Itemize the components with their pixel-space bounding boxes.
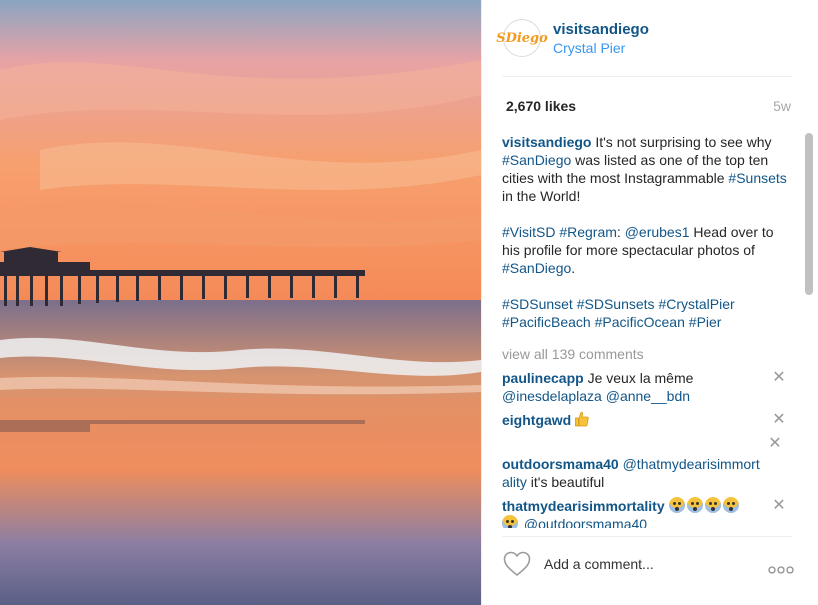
- caption-paragraph-1: visitsandiego It's not surprising to see…: [502, 133, 790, 205]
- comment-item: paulinecapp Je veux la même @inesdelapla…: [502, 369, 790, 405]
- screaming-face-emoji-icon: [668, 497, 685, 513]
- comment-author-link[interactable]: outdoorsmama40: [502, 456, 619, 472]
- comment-author-link[interactable]: eightgawd: [502, 412, 571, 428]
- likes-count[interactable]: 2,670 likes: [506, 98, 576, 114]
- thumbs-up-emoji-icon: [575, 411, 589, 427]
- comments-scroll-area[interactable]: visitsandiego It's not surprising to see…: [502, 133, 790, 528]
- mention-link[interactable]: @inesdelaplaza: [502, 388, 602, 404]
- caption-text: It's not surprising to see why: [591, 134, 772, 150]
- hashtag-link[interactable]: #SanDiego: [502, 260, 571, 276]
- sunset-pier-scene: [0, 0, 481, 605]
- delete-comment-icon[interactable]: ✕: [772, 369, 786, 387]
- mention-link[interactable]: @outdoorsmama40: [524, 516, 647, 528]
- username-link[interactable]: visitsandiego: [553, 21, 649, 38]
- hashtag-link[interactable]: #PacificBeach: [502, 314, 591, 330]
- comment-text: it's beautiful: [526, 474, 605, 490]
- delete-comment-icon[interactable]: ✕: [772, 497, 786, 515]
- comment-item: eightgawd ✕: [502, 411, 790, 429]
- hashtag-link[interactable]: #Pier: [689, 314, 722, 330]
- avatar[interactable]: SDiego: [496, 19, 548, 57]
- post-age[interactable]: 5w: [773, 98, 791, 114]
- screaming-face-emoji-icon: [704, 497, 721, 513]
- footer-divider: [502, 536, 792, 537]
- add-comment-input[interactable]: Add a comment...: [544, 556, 654, 572]
- caption-text: :: [616, 224, 625, 240]
- comment-author-link[interactable]: paulinecapp: [502, 370, 584, 386]
- caption-paragraph-3: #SDSunset #SDSunsets #CrystalPier #Pacif…: [502, 295, 790, 331]
- comment-author-link[interactable]: thatmydearisimmortality: [502, 498, 665, 514]
- screaming-face-emoji-icon: [686, 497, 703, 513]
- comments-scrollbar[interactable]: [805, 133, 813, 528]
- comment-text: Je veux la même: [583, 370, 694, 386]
- header-divider: [502, 76, 792, 77]
- hashtag-link[interactable]: #CrystalPier: [658, 296, 734, 312]
- mention-link[interactable]: @anne__bdn: [606, 388, 690, 404]
- post-photo[interactable]: [0, 0, 481, 605]
- delete-comment-icon[interactable]: ✕: [768, 435, 782, 453]
- hashtag-link[interactable]: #SDSunset: [502, 296, 573, 312]
- screaming-face-emoji-icon: [502, 515, 518, 528]
- hashtag-link[interactable]: #PacificOcean: [595, 314, 685, 330]
- more-options-icon[interactable]: [768, 561, 794, 574]
- mention-link[interactable]: @erubes1: [625, 224, 690, 240]
- instagram-post: SDiego visitsandiego Crystal Pier 2,670 …: [0, 0, 818, 605]
- comment-item: thatmydearisimmortality @outdoorsmama40 …: [502, 497, 790, 528]
- delete-comment-icon[interactable]: ✕: [772, 411, 786, 429]
- caption-author-link[interactable]: visitsandiego: [502, 134, 591, 150]
- hashtag-link[interactable]: #Sunsets: [728, 170, 786, 186]
- location-link[interactable]: Crystal Pier: [553, 40, 625, 56]
- hashtag-link[interactable]: #SanDiego: [502, 152, 571, 168]
- view-all-comments-link[interactable]: view all 139 comments: [502, 345, 790, 363]
- post-sidebar: SDiego visitsandiego Crystal Pier 2,670 …: [481, 0, 818, 605]
- post-header: SDiego visitsandiego Crystal Pier: [482, 0, 818, 77]
- caption-text: in the World!: [502, 188, 581, 204]
- screaming-face-emoji-icon: [722, 497, 739, 513]
- caption-paragraph-2: #VisitSD #Regram: @erubes1 Head over to …: [502, 223, 790, 277]
- caption-text: .: [571, 260, 576, 276]
- hashtag-link[interactable]: #Regram: [559, 224, 617, 240]
- scrollbar-thumb[interactable]: [805, 133, 813, 295]
- comment-item: outdoorsmama40 @thatmydearisimmortality …: [502, 455, 790, 491]
- hashtag-link[interactable]: #SDSunsets: [577, 296, 655, 312]
- like-heart-icon[interactable]: [503, 551, 531, 577]
- hashtag-link[interactable]: #VisitSD: [502, 224, 555, 240]
